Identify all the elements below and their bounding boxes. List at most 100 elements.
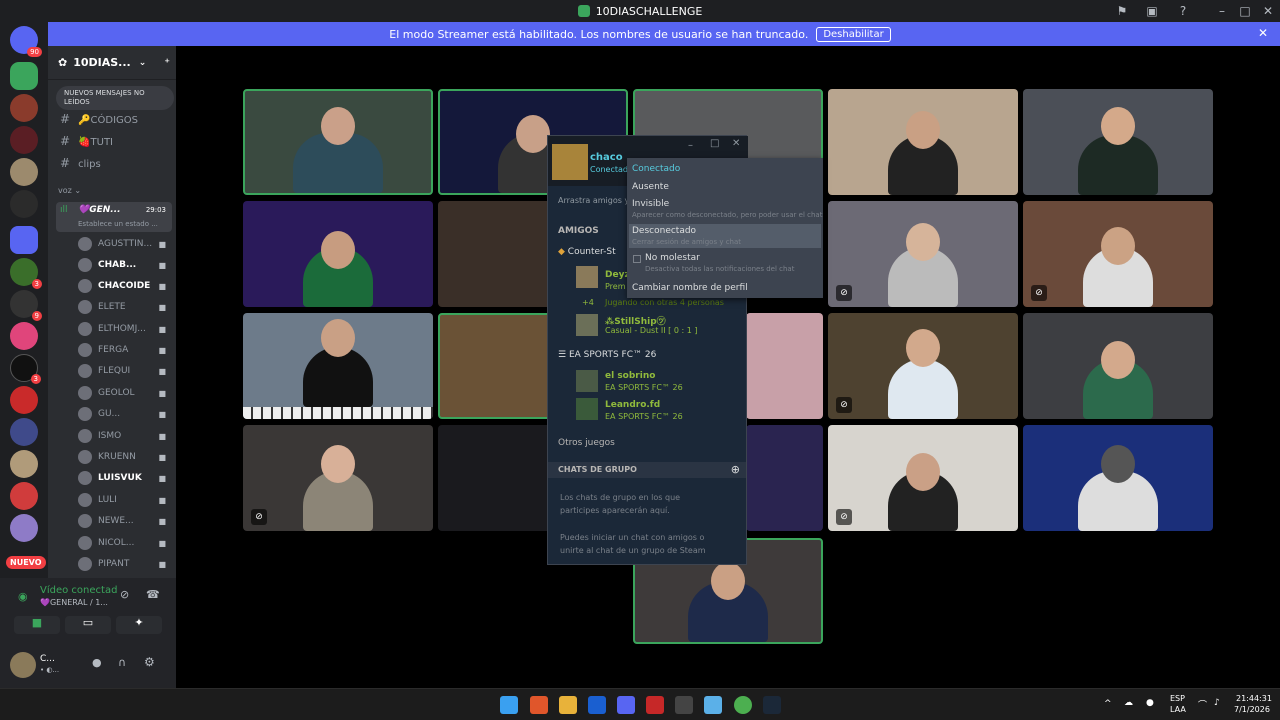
video-tile[interactable]: ⊘: [828, 313, 1018, 419]
discord-icon[interactable]: [617, 696, 635, 714]
help-icon[interactable]: ?: [1175, 3, 1191, 19]
clock-date[interactable]: 7/1/2026: [1234, 705, 1270, 714]
friend-avatar[interactable]: [576, 314, 598, 336]
steam-avatar[interactable]: [552, 144, 588, 180]
voice-channel-general[interactable]: ıll 💜GEN... 29:03 Establece un estado ..…: [56, 202, 172, 232]
server-10dias[interactable]: [10, 62, 38, 90]
voice-channel[interactable]: 💜GENERAL / 1...: [40, 598, 108, 607]
inbox-icon[interactable]: ⚑: [1114, 3, 1130, 19]
netflix-icon[interactable]: [646, 696, 664, 714]
status-do-not-disturb[interactable]: No molestar: [645, 253, 700, 263]
server-icon-12[interactable]: [10, 450, 38, 478]
video-tile[interactable]: [1023, 313, 1213, 419]
status-invisible[interactable]: Invisible: [632, 199, 669, 209]
server-icon-9[interactable]: 3: [10, 354, 41, 384]
video-tile[interactable]: [243, 201, 433, 307]
maximize-icon[interactable]: □: [1237, 3, 1253, 19]
video-tile[interactable]: [746, 313, 823, 419]
channel-clips[interactable]: # clips: [60, 156, 101, 170]
new-badge[interactable]: NUEVO: [6, 556, 46, 569]
channel-tuti[interactable]: # 🍓TUTI: [60, 134, 113, 148]
voice-user[interactable]: ELETE ■: [78, 298, 176, 316]
settings-gear-icon[interactable]: ⚙: [144, 655, 155, 669]
file-explorer-icon[interactable]: [559, 696, 577, 714]
headphones-icon[interactable]: ∩: [118, 656, 126, 669]
video-tile[interactable]: ⊘: [1023, 201, 1213, 307]
home-button[interactable]: 90: [10, 26, 42, 57]
disconnect-icon[interactable]: ☎: [146, 588, 160, 601]
game-group-cs[interactable]: ◆ Counter-St: [558, 247, 616, 257]
close-icon[interactable]: ✕: [1260, 3, 1276, 19]
voice-user[interactable]: PIPANT ■: [78, 555, 176, 573]
invite-icon[interactable]: ⁺: [164, 56, 170, 69]
close-icon[interactable]: ✕: [732, 138, 740, 149]
voice-user[interactable]: GEOLOL ■: [78, 384, 176, 402]
voice-user[interactable]: GU... ■: [78, 405, 176, 423]
friends-header[interactable]: AMIGOS: [558, 226, 599, 236]
voice-user[interactable]: KRUENN ■: [78, 448, 176, 466]
voice-user[interactable]: FERGA ■: [78, 341, 176, 359]
steam-username[interactable]: chaco: [590, 152, 623, 163]
minimize-icon[interactable]: –: [688, 140, 693, 151]
server-icon-13[interactable]: [10, 482, 38, 510]
voice-channel-status[interactable]: Establece un estado ...: [78, 220, 158, 228]
video-tile[interactable]: [746, 425, 823, 531]
network-icon[interactable]: ☁: [1124, 698, 1133, 708]
close-banner-icon[interactable]: ✕: [1258, 26, 1268, 40]
status-offline[interactable]: Desconectado: [632, 226, 696, 236]
friend-avatar[interactable]: [576, 266, 598, 288]
video-tile[interactable]: [243, 89, 433, 195]
server-icon-8[interactable]: [10, 322, 38, 350]
server-icon-4[interactable]: [10, 158, 38, 186]
server-icon-5[interactable]: [10, 190, 38, 218]
minimize-icon[interactable]: –: [1214, 3, 1230, 19]
friends-search[interactable]: Arrastra amigos y: [558, 196, 629, 205]
server-icon-2[interactable]: [10, 94, 38, 122]
server-icon-11[interactable]: [10, 418, 38, 446]
dnd-checkbox[interactable]: [633, 255, 641, 263]
voice-user[interactable]: CHAB... ■: [78, 256, 176, 274]
start-icon[interactable]: [500, 696, 518, 714]
voice-user[interactable]: AGUSTTIN... ■: [78, 235, 176, 253]
status-online[interactable]: Conectado: [632, 164, 680, 174]
video-tile[interactable]: [1023, 89, 1213, 195]
friend-name[interactable]: Leandro.fd: [605, 400, 660, 410]
steam-icon[interactable]: [763, 696, 781, 714]
volume-icon[interactable]: ♪: [1214, 698, 1220, 708]
friend-avatar[interactable]: [576, 370, 598, 392]
voice-user[interactable]: ELTHOMJ... ■: [78, 320, 176, 338]
change-profile-name[interactable]: Cambiar nombre de perfil: [632, 283, 748, 293]
server-icon-14[interactable]: [10, 514, 38, 542]
clock-time[interactable]: 21:44:31: [1236, 694, 1272, 703]
video-tile[interactable]: ⊘: [828, 425, 1018, 531]
tray-chevron-icon[interactable]: ^: [1104, 699, 1112, 709]
voice-user[interactable]: CHACOIDE ■: [78, 277, 176, 295]
chrome-icon[interactable]: [734, 696, 752, 714]
other-games[interactable]: Otros juegos: [558, 438, 615, 448]
friend-name[interactable]: el sobrino: [605, 371, 655, 381]
video-tile[interactable]: ⊘: [243, 425, 433, 531]
language-layout[interactable]: LAA: [1170, 705, 1186, 714]
activities-button[interactable]: ✦: [116, 616, 162, 634]
game-group-fc[interactable]: ☰ EA SPORTS FC™ 26: [558, 350, 656, 360]
video-tile[interactable]: [1023, 425, 1213, 531]
video-tile[interactable]: ⊘: [828, 201, 1018, 307]
server-icon-7[interactable]: 9: [10, 290, 42, 321]
notepad-icon[interactable]: [704, 696, 722, 714]
server-icon-10[interactable]: [10, 386, 38, 414]
disable-button[interactable]: Deshabilitar: [816, 26, 891, 42]
microphone-icon[interactable]: ●: [92, 656, 102, 669]
channel-codigos[interactable]: # 🔑CÓDIGOS: [60, 112, 138, 126]
maximize-icon[interactable]: □: [710, 138, 719, 149]
voice-category[interactable]: voz ⌄: [58, 186, 81, 195]
server-header[interactable]: ✿ 10DIAS... ⌄ ⁺: [48, 46, 176, 80]
server-icon-6[interactable]: 3: [10, 258, 42, 289]
brave-icon[interactable]: [530, 696, 548, 714]
noise-suppression-icon[interactable]: ⊘: [120, 588, 129, 601]
server-folder[interactable]: [10, 226, 38, 254]
steam-status[interactable]: Conectad: [590, 165, 628, 174]
group-chats-bar[interactable]: CHATS DE GRUPO ⊕: [548, 462, 746, 478]
status-away[interactable]: Ausente: [632, 182, 669, 192]
mic-tray-icon[interactable]: ●: [1146, 698, 1154, 708]
voice-user[interactable]: LULI ■: [78, 491, 176, 509]
